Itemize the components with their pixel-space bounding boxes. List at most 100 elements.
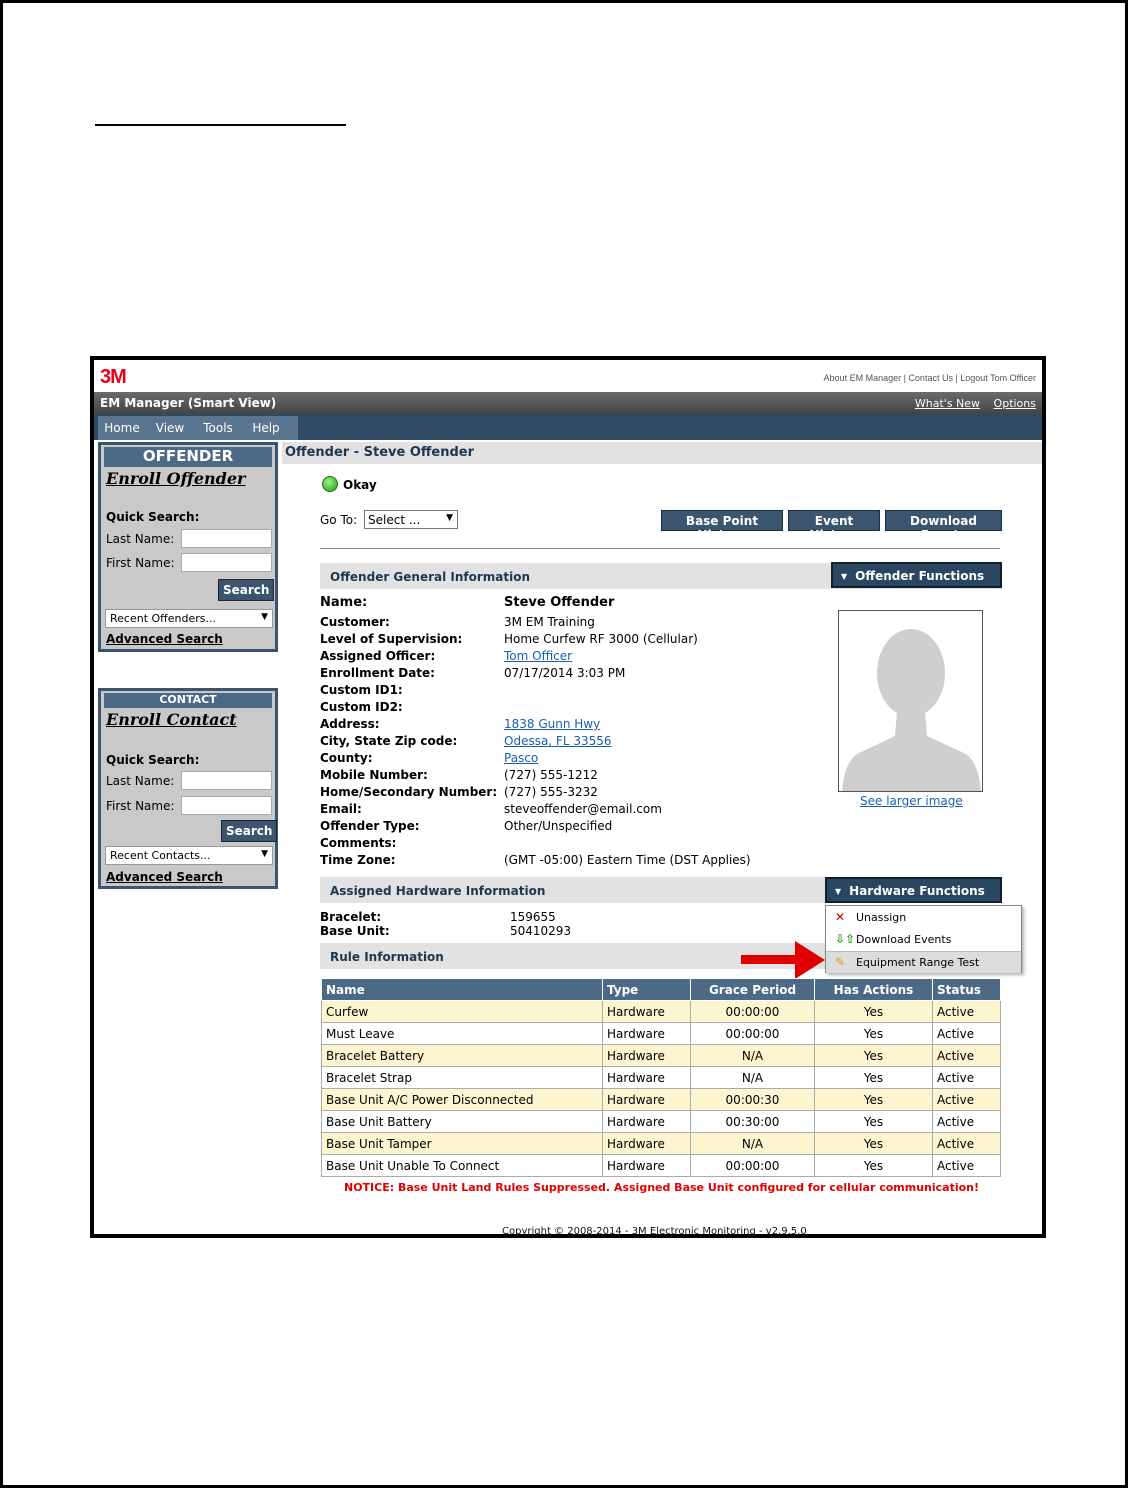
info-value-link[interactable]: Pasco [504,751,538,765]
download-events-button[interactable]: Download Events [885,510,1002,542]
see-larger-image-link[interactable]: See larger image [860,794,963,808]
rule-status: Active [932,1110,1001,1133]
recent-contacts-select[interactable]: Recent Contacts... ▼ [105,846,273,865]
menu-item-download-events[interactable]: ⇩⇧ Download Events [826,929,1021,951]
info-label: Custom ID1: [320,683,403,697]
info-value-link[interactable]: Odessa, FL 33556 [504,734,612,748]
last-name-label: Last Name: [106,532,175,546]
info-label: County: [320,751,373,765]
table-row[interactable]: Bracelet Strap Hardware N/A Yes Active [321,1066,1001,1089]
brand-logo: 3M [100,366,127,388]
table-row[interactable]: Base Unit A/C Power Disconnected Hardware… [321,1088,1001,1111]
menu-item-unassign[interactable]: ✕ Unassign [826,907,1021,929]
rule-has-actions: Yes [814,1154,933,1177]
offender-advanced-search-link[interactable]: Advanced Search [106,632,223,646]
col-has-actions[interactable]: Has Actions [814,978,933,1001]
menu-help[interactable]: Help [242,416,290,440]
info-value: Steve Offender [504,595,615,610]
offender-first-name-input[interactable] [181,553,272,572]
contact-search-button[interactable]: Search [221,820,278,842]
info-label: Name: [320,595,368,610]
rule-grace-period: 00:00:00 [690,1022,815,1045]
title-bar: EM Manager (Smart View) What's New Optio… [94,392,1042,414]
goto-select[interactable]: Select ... ▼ [364,510,458,529]
base-unit-label: Base Unit: [320,924,390,938]
chevron-down-icon: ▼ [261,612,268,622]
event-history-button[interactable]: Event History [788,510,880,542]
offender-last-name-input[interactable] [181,529,272,548]
base-point-history-button[interactable]: Base Point History [661,510,783,542]
info-label: City, State Zip code: [320,734,458,748]
menu-view[interactable]: View [146,416,194,440]
info-value: 3M EM Training [504,615,595,629]
menu-tools[interactable]: Tools [194,416,242,440]
menu-item-label: Equipment Range Test [856,956,980,969]
status-ok-icon [322,476,338,492]
menu-home[interactable]: Home [98,416,146,440]
info-value: (727) 555-3232 [504,785,598,799]
info-label: Custom ID2: [320,700,403,714]
info-label: Enrollment Date: [320,666,435,680]
divider [320,548,1000,549]
whats-new-link[interactable]: What's New [915,397,980,410]
rule-type: Hardware [602,1022,691,1045]
table-row[interactable]: Curfew Hardware 00:00:00 Yes Active [321,1000,1001,1023]
info-value-link[interactable]: 1838 Gunn Hwy [504,717,600,731]
title-links: What's New Options [905,397,1036,410]
rule-grace-period: N/A [690,1044,815,1067]
base-unit-value: 50410293 [510,924,572,938]
contact-advanced-search-link[interactable]: Advanced Search [106,870,223,884]
options-link[interactable]: Options [994,397,1036,410]
col-name[interactable]: Name [321,978,603,1001]
top-links[interactable]: About EM Manager | Contact Us | Logout T… [824,373,1036,383]
rule-type: Hardware [602,1154,691,1177]
info-value-link[interactable]: Tom Officer [504,649,572,663]
top-bar: 3M About EM Manager | Contact Us | Logou… [94,360,1042,392]
rule-status: Active [932,1000,1001,1023]
offender-functions-button[interactable]: ▼ Offender Functions [831,562,1002,588]
rules-table: Name Type Grace Period Has Actions Statu… [321,978,1001,1177]
table-row[interactable]: Base Unit Unable To Connect Hardware 00:00… [321,1154,1001,1177]
rule-name: Must Leave [321,1022,603,1045]
rule-info-title: Rule Information [330,950,444,964]
rule-grace-period: N/A [690,1066,815,1089]
recent-offenders-select[interactable]: Recent Offenders... ▼ [105,609,273,628]
menu-item-equipment-range-test[interactable]: ✎ Equipment Range Test [826,951,1021,973]
info-label: Assigned Officer: [320,649,436,663]
contact-panel-header: CONTACT [104,693,272,708]
chevron-down-icon: ▼ [261,849,268,859]
col-type[interactable]: Type [602,978,691,1001]
x-icon: ✕ [835,910,846,924]
table-row[interactable]: Bracelet Battery Hardware N/A Yes Active [321,1044,1001,1067]
table-row[interactable]: Base Unit Tamper Hardware N/A Yes Active [321,1132,1001,1155]
rule-grace-period: 00:00:30 [690,1088,815,1111]
rule-has-actions: Yes [814,1088,933,1111]
enroll-offender-link[interactable]: Enroll Offender [106,469,275,488]
contact-last-name-input[interactable] [181,771,272,790]
rule-has-actions: Yes [814,1044,933,1067]
menu-bar: Home View Tools Help [94,414,1042,440]
recent-offenders-value: Recent Offenders... [110,612,216,625]
pencil-icon: ✎ [835,955,846,969]
table-row[interactable]: Base Unit Battery Hardware 00:30:00 Yes Acti… [321,1110,1001,1133]
hardware-functions-button[interactable]: ▼ Hardware Functions [825,877,1002,903]
goto-value: Select ... [368,513,421,527]
rule-grace-period: 00:30:00 [690,1110,815,1133]
rule-type: Hardware [602,1132,691,1155]
enroll-contact-link[interactable]: Enroll Contact [106,710,275,729]
info-label: Comments: [320,836,397,850]
dropdown-triangle-icon: ▼ [841,572,848,581]
rule-grace-period: N/A [690,1132,815,1155]
contact-first-name-input[interactable] [181,796,272,815]
table-row[interactable]: Must Leave Hardware 00:00:00 Yes Active [321,1022,1001,1045]
hardware-functions-menu: ✕ Unassign ⇩⇧ Download Events ✎ Equipmen… [825,905,1022,973]
col-grace-period[interactable]: Grace Period [690,978,815,1001]
info-value: (727) 555-1212 [504,768,598,782]
red-pointer-arrow-icon [741,941,825,979]
col-status[interactable]: Status [932,978,1001,1001]
rules-body: Curfew Hardware 00:00:00 Yes Active Must Leav… [321,1000,1001,1177]
chevron-down-icon: ▼ [446,513,453,523]
page-title: Offender - Steve Offender [285,445,475,460]
quick-search-label: Quick Search: [106,753,200,767]
offender-search-button[interactable]: Search [218,579,275,601]
